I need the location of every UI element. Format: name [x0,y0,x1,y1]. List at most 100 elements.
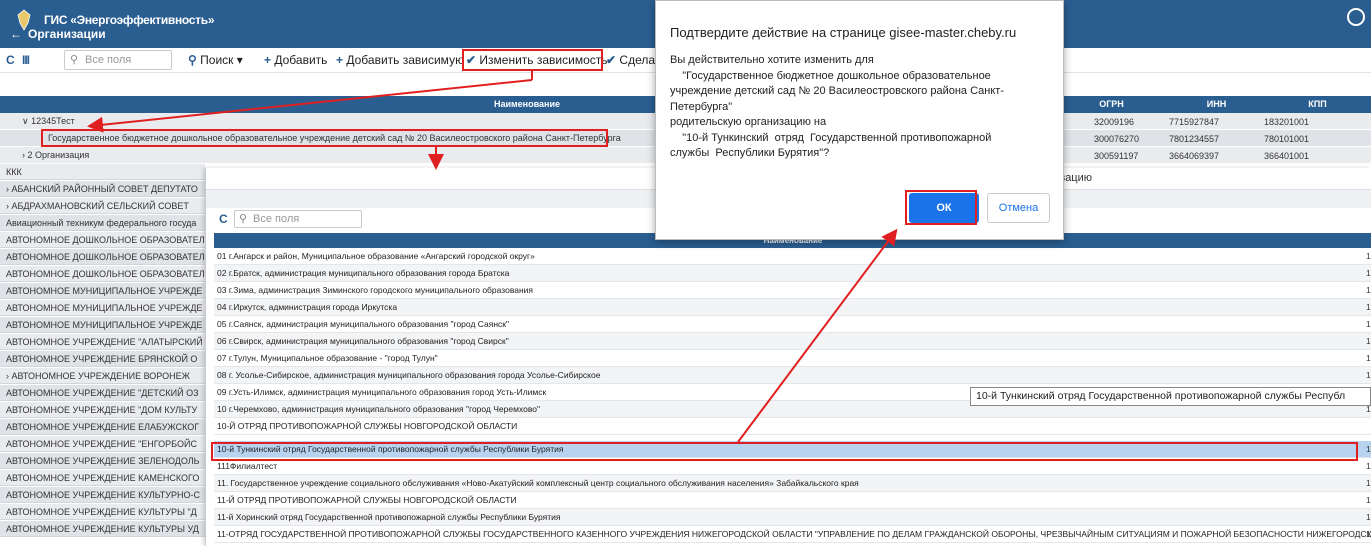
list-item[interactable]: АВТОНОМНОЕ ДОШКОЛЬНОЕ ОБРАЗОВАТЕЛ [0,232,205,248]
table-row[interactable]: 08 г. Усолье-Сибирское, администрация му… [214,367,1371,384]
column-header-kpp[interactable]: КПП [1264,96,1371,113]
kpp-cell: 366401001 [1264,151,1310,161]
search-label: Поиск [200,53,234,67]
table-row[interactable]: 111Филиалтест 1 [214,458,1371,475]
list-item[interactable]: АВТОНОМНОЕ УЧРЕЖДЕНИЕ "ЕНГОРБОЙС [0,436,205,452]
list-item[interactable]: ККК [0,164,205,180]
row-tail: 1 [1366,302,1371,312]
table-row[interactable]: 06 г.Свирск, администрация муниципальног… [214,333,1371,350]
inn-cell: 7801234557 [1169,134,1220,144]
row-tail: 1 [1366,336,1371,346]
dialog-search-placeholder: Все поля [253,213,300,225]
list-item[interactable]: АВТОНОМНОЕ УЧРЕЖДЕНИЕ КУЛЬТУРЫ "Д [0,504,205,520]
row-name: Государственное бюджетное дошкольное обр… [48,133,621,143]
inn-cell: 7715927847 [1169,117,1220,127]
row-name: 11-й Хоринский отряд Государственной про… [217,512,561,522]
column-header-inn[interactable]: ИНН [1169,96,1264,113]
kpp-cell: 780101001 [1264,134,1310,144]
table-row[interactable]: 10-Й ОТРЯД ПРОТИВОПОЖАРНОЙ СЛУЖБЫ НОВГОР… [214,418,1371,435]
table-row[interactable]: 02 г.Братск, администрация муниципальног… [214,265,1371,282]
search-placeholder: Все поля [85,54,132,66]
confirm-title: Подтвердите действие на странице gisee-m… [670,25,1017,40]
table-row[interactable]: 01 г.Ангарск и район, Муниципальное обра… [214,248,1371,265]
table-row[interactable]: 07 г.Тулун, Муниципальное образование - … [214,350,1371,367]
table-row[interactable]: 05 г.Саянск, администрация муниципальног… [214,316,1371,333]
columns-icon[interactable]: III [22,53,30,67]
cancel-button[interactable]: Отмена [987,193,1050,223]
table-row-selected[interactable]: 10-й Тункинский отряд Государственной пр… [214,441,1371,458]
row-name: 10 г.Черемхово, администрация муниципаль… [217,404,540,414]
search-icon: ⚲ [70,54,79,66]
dialog-search-input[interactable]: ⚲ Все поля [234,210,362,228]
list-item[interactable]: АВТОНОМНОЕ УЧРЕЖДЕНИЕ КУЛЬТУРНО-С [0,487,205,503]
plus-icon: + [264,53,272,67]
cut-label: Сдела [619,53,656,67]
row-name: 06 г.Свирск, администрация муниципальног… [217,336,509,346]
list-item[interactable]: АВТОНОМНОЕ УЧРЕЖДЕНИЕ БРЯНСКОЙ О [0,351,205,367]
confirm-message: Вы действительно хотите изменить для "Го… [670,54,1005,159]
search-button[interactable]: ⚲ Поиск ▾ [188,53,243,67]
ok-button[interactable]: ОК [909,193,979,223]
app-title: ГИС «Энергоэффективность» [44,13,215,27]
change-dependency-button[interactable]: ✔ Изменить зависимость [466,53,608,67]
refresh-icon[interactable]: C [219,212,228,226]
row-tail: 1 [1366,268,1371,278]
row-tail: 1 [1366,370,1371,380]
search-icon: ⚲ [188,53,197,67]
row-name: 01 г.Ангарск и район, Муниципальное обра… [217,251,535,261]
row-name: 11-ОТРЯД ГОСУДАРСТВЕННОЙ ПРОТИВОПОЖАРНОЙ… [217,529,1371,539]
table-row[interactable]: 11-Й ОТРЯД ПРОТИВОПОЖАРНОЙ СЛУЖБЫ НОВГОР… [214,492,1371,509]
row-name: 10-й Тункинский отряд Государственной пр… [217,444,564,454]
row-tail: 1 [1366,478,1371,488]
list-item[interactable]: АВТОНОМНОЕ МУНИЦИПАЛЬНОЕ УЧРЕЖДЕ [0,300,205,316]
row-tail: 1 [1366,461,1371,471]
list-item[interactable]: АВТОНОМНОЕ УЧРЕЖДЕНИЕ ЗЕЛЕНОДОЛЬ [0,453,205,469]
table-row[interactable]: 11-й Хоринский отряд Государственной про… [214,509,1371,526]
check-icon: ✔ [466,53,477,67]
row-tail: 1 [1366,512,1371,522]
list-item[interactable]: АВТОНОМНОЕ УЧРЕЖДЕНИЕ ЕЛАБУЖСКОГ [0,419,205,435]
list-item[interactable]: АВТОНОМНОЕ МУНИЦИПАЛЬНОЕ УЧРЕЖДЕ [0,283,205,299]
row-name: 07 г.Тулун, Муниципальное образование - … [217,353,438,363]
list-item[interactable]: › АБДРАХМАНОВСКИЙ СЕЛЬСКИЙ СОВЕТ [0,198,205,214]
row-tail: 1 [1366,319,1371,329]
add-dependent-button[interactable]: + Добавить зависимую [336,53,464,67]
table-row[interactable]: 04 г.Иркутск, администрация города Иркут… [214,299,1371,316]
row-name: 04 г.Иркутск, администрация города Иркут… [217,302,398,312]
add-button[interactable]: + Добавить [264,53,327,67]
row-tail: 1 [1366,353,1371,363]
search-input[interactable]: ⚲ Все поля [64,50,172,70]
back-to-organizations-link[interactable]: ← Организации [10,27,112,41]
column-header-ogrn[interactable]: ОГРН [1054,96,1169,113]
row-name: 11-Й ОТРЯД ПРОТИВОПОЖАРНОЙ СЛУЖБЫ НОВГОР… [217,495,517,505]
list-item[interactable]: АВТОНОМНОЕ УЧРЕЖДЕНИЕ КАМЕНСКОГО [0,470,205,486]
list-item[interactable]: АВТОНОМНОЕ УЧРЕЖДЕНИЕ КУЛЬТУРЫ УД [0,521,205,537]
row-name: 05 г.Саянск, администрация муниципальног… [217,319,510,329]
back-label: Организации [28,27,106,41]
row-tooltip: 10-й Тункинский отряд Государственной пр… [970,387,1371,406]
table-row[interactable]: 03 г.Зима, администрация Зиминского горо… [214,282,1371,299]
list-item[interactable]: АВТОНОМНОЕ ДОШКОЛЬНОЕ ОБРАЗОВАТЕЛ [0,249,205,265]
list-item[interactable]: Авиационный техникум федерального госуда [0,215,205,231]
list-item[interactable]: › АБАНСКИЙ РАЙОННЫЙ СОВЕТ ДЕПУТАТО [0,181,205,197]
cut-button[interactable]: ✔ Сдела [606,53,655,67]
list-item[interactable]: АВТОНОМНОЕ УЧРЕЖДЕНИЕ "ДОМ КУЛЬТУ [0,402,205,418]
row-name: 10-Й ОТРЯД ПРОТИВОПОЖАРНОЙ СЛУЖБЫ НОВГОР… [217,421,518,431]
list-item[interactable]: АВТОНОМНОЕ МУНИЦИПАЛЬНОЕ УЧРЕЖДЕ [0,317,205,333]
arrow-left-icon: ← [10,27,22,41]
add-label: Добавить [274,53,328,67]
refresh-icon[interactable]: C [6,53,15,67]
list-item[interactable]: АВТОНОМНОЕ ДОШКОЛЬНОЕ ОБРАЗОВАТЕЛ [0,266,205,282]
user-account-icon[interactable] [1347,8,1365,26]
confirm-dialog: Подтвердите действие на странице gisee-m… [655,0,1064,240]
list-item[interactable]: АВТОНОМНОЕ УЧРЕЖДЕНИЕ "АЛАТЫРСКИЙ [0,334,205,350]
check-icon: ✔ [606,53,617,67]
row-name: 08 г. Усолье-Сибирское, администрация му… [217,370,601,380]
row-tail: 1 [1366,251,1371,261]
table-row[interactable]: 11. Государственное учреждение социально… [214,475,1371,492]
list-item[interactable]: › АВТОНОМНОЕ УЧРЕЖДЕНИЕ ВОРОНЕЖ [0,368,205,384]
ogrn-cell: 300591197 [1094,151,1139,161]
table-row[interactable]: 11-ОТРЯД ГОСУДАРСТВЕННОЙ ПРОТИВОПОЖАРНОЙ… [214,526,1371,543]
list-item[interactable]: АВТОНОМНОЕ УЧРЕЖДЕНИЕ "ДЕТСКИЙ ОЗ [0,385,205,401]
row-tail: 1 [1366,285,1371,295]
